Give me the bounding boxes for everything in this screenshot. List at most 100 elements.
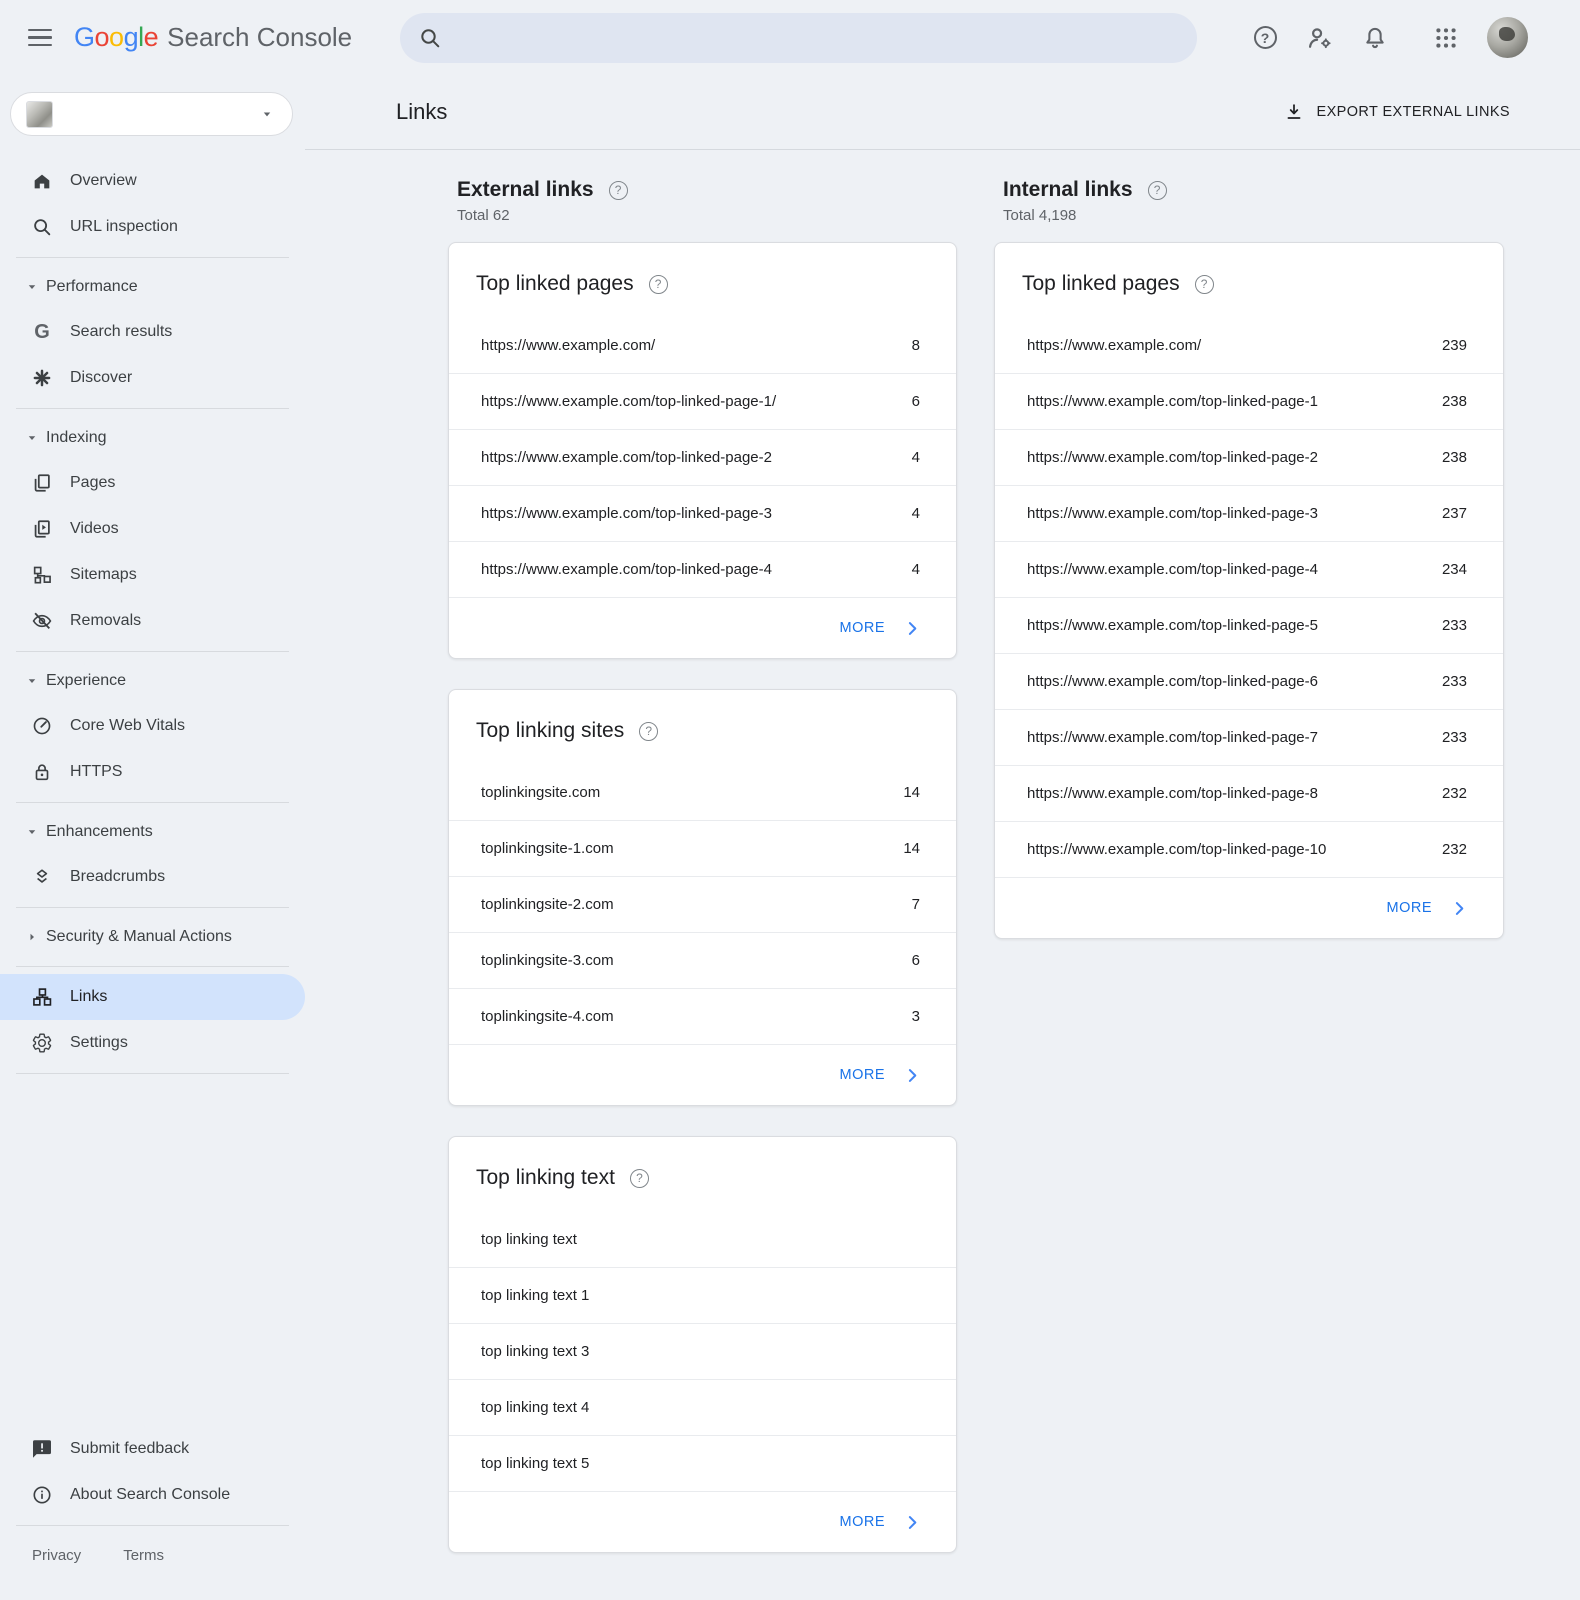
more-button[interactable]: MORE xyxy=(449,1044,956,1105)
table-row[interactable]: https://www.example.com/top-linked-page-… xyxy=(995,541,1503,597)
privacy-link[interactable]: Privacy xyxy=(32,1547,81,1564)
sidebar-item-pages[interactable]: Pages xyxy=(0,460,305,506)
sidebar-item-removals[interactable]: Removals xyxy=(0,598,305,644)
links-tree-icon xyxy=(30,985,54,1009)
sidebar-section-performance[interactable]: Performance xyxy=(0,265,305,309)
row-value: 14 xyxy=(903,784,920,801)
sidebar-item-https[interactable]: HTTPS xyxy=(0,749,305,795)
app-header: Google Search Console xyxy=(0,0,1580,75)
menu-icon[interactable] xyxy=(0,24,60,52)
more-button[interactable]: MORE xyxy=(449,1491,956,1552)
help-icon[interactable] xyxy=(630,1169,649,1188)
apps-grid-button[interactable] xyxy=(1432,24,1460,52)
feedback-icon xyxy=(30,1437,54,1461)
more-button[interactable]: MORE xyxy=(449,597,956,658)
sidebar-item-label: Search results xyxy=(70,323,172,341)
help-button[interactable] xyxy=(1251,24,1279,52)
sidebar-item-sitemaps[interactable]: Sitemaps xyxy=(0,552,305,598)
table-row[interactable]: https://www.example.com/top-linked-page-… xyxy=(995,485,1503,541)
table-row[interactable]: top linking text xyxy=(449,1211,956,1267)
row-label: https://www.example.com/ xyxy=(1027,337,1426,354)
table-row[interactable]: top linking text 1 xyxy=(449,1267,956,1323)
sidebar-item-label: Discover xyxy=(70,369,132,387)
table-row[interactable]: toplinkingsite-3.com 6 xyxy=(449,932,956,988)
app-logo[interactable]: Google Search Console xyxy=(74,22,352,53)
card-title: Top linked pages xyxy=(1022,272,1180,296)
table-row[interactable]: https://www.example.com/top-linked-page-… xyxy=(995,765,1503,821)
logo-letter: o xyxy=(109,22,124,52)
table-row[interactable]: https://www.example.com/top-linked-page-… xyxy=(449,485,956,541)
sidebar-item-submit-feedback[interactable]: Submit feedback xyxy=(0,1426,305,1472)
table-row[interactable]: top linking text 3 xyxy=(449,1323,956,1379)
sidebar-section-indexing[interactable]: Indexing xyxy=(0,416,305,460)
sidebar-section-enhancements[interactable]: Enhancements xyxy=(0,810,305,854)
table-row[interactable]: https://www.example.com/top-linked-page-… xyxy=(995,597,1503,653)
sidebar-item-breadcrumbs[interactable]: Breadcrumbs xyxy=(0,854,305,900)
row-label: top linking text 4 xyxy=(481,1399,904,1416)
row-value: 238 xyxy=(1442,449,1467,466)
sidebar-item-links[interactable]: Links xyxy=(0,974,305,1020)
row-label: toplinkingsite-4.com xyxy=(481,1008,896,1025)
sidebar-item-url-inspection[interactable]: URL inspection xyxy=(0,204,305,250)
property-selector[interactable] xyxy=(10,92,293,136)
search-input[interactable] xyxy=(454,29,1189,47)
table-row[interactable]: https://www.example.com/top-linked-page-… xyxy=(995,709,1503,765)
table-row[interactable]: toplinkingsite.com 14 xyxy=(449,764,956,820)
table-row[interactable]: toplinkingsite-4.com 3 xyxy=(449,988,956,1044)
help-icon[interactable] xyxy=(649,275,668,294)
divider xyxy=(16,257,289,258)
sidebar: Overview URL inspection Performance Sear… xyxy=(0,75,305,1600)
chevron-down-icon xyxy=(25,826,39,838)
help-icon[interactable] xyxy=(639,722,658,741)
avatar[interactable] xyxy=(1487,17,1528,58)
sidebar-item-label: URL inspection xyxy=(70,218,178,236)
header-actions xyxy=(1251,17,1580,58)
sidebar-section-security[interactable]: Security & Manual Actions xyxy=(0,915,305,959)
more-label: MORE xyxy=(840,620,886,636)
card-rows: top linking text top linking text 1 top … xyxy=(449,1211,956,1491)
sidebar-item-core-web-vitals[interactable]: Core Web Vitals xyxy=(0,703,305,749)
table-row[interactable]: https://www.example.com/top-linked-page-… xyxy=(449,429,956,485)
row-label: toplinkingsite.com xyxy=(481,784,887,801)
sidebar-section-experience[interactable]: Experience xyxy=(0,659,305,703)
sidebar-item-discover[interactable]: Discover xyxy=(0,355,305,401)
divider xyxy=(16,907,289,908)
sidebar-item-about[interactable]: About Search Console xyxy=(0,1472,305,1518)
sidebar-item-overview[interactable]: Overview xyxy=(0,158,305,204)
table-row[interactable]: top linking text 5 xyxy=(449,1435,956,1491)
row-label: https://www.example.com/top-linked-page-… xyxy=(1027,505,1426,522)
table-row[interactable]: toplinkingsite-2.com 7 xyxy=(449,876,956,932)
export-external-links-button[interactable]: EXPORT EXTERNAL LINKS xyxy=(1284,102,1510,122)
sidebar-item-search-results[interactable]: Search results xyxy=(0,309,305,355)
notifications-button[interactable] xyxy=(1361,24,1389,52)
internal-links-title: Internal links xyxy=(1003,178,1133,202)
table-row[interactable]: toplinkingsite-1.com 14 xyxy=(449,820,956,876)
table-row[interactable]: https://www.example.com/top-linked-page-… xyxy=(995,429,1503,485)
page-title: Links xyxy=(396,99,447,125)
help-icon[interactable] xyxy=(1195,275,1214,294)
table-row[interactable]: https://www.example.com/top-linked-page-… xyxy=(995,373,1503,429)
logo-letter: G xyxy=(74,22,95,52)
table-row[interactable]: https://www.example.com/top-linked-page-… xyxy=(995,821,1503,877)
chevron-down-icon xyxy=(25,675,39,687)
more-button[interactable]: MORE xyxy=(995,877,1503,938)
apps-grid-icon xyxy=(1433,25,1459,51)
table-row[interactable]: https://www.example.com/top-linked-page-… xyxy=(449,373,956,429)
terms-link[interactable]: Terms xyxy=(123,1547,164,1564)
more-label: MORE xyxy=(840,1514,886,1530)
help-icon[interactable] xyxy=(609,181,628,200)
table-row[interactable]: top linking text 4 xyxy=(449,1379,956,1435)
row-label: https://www.example.com/top-linked-page-… xyxy=(1027,393,1426,410)
sidebar-item-label: Settings xyxy=(70,1034,128,1052)
sidebar-spacer xyxy=(0,1081,305,1426)
table-row[interactable]: https://www.example.com/top-linked-page-… xyxy=(449,541,956,597)
sidebar-item-videos[interactable]: Videos xyxy=(0,506,305,552)
table-row[interactable]: https://www.example.com/ 239 xyxy=(995,317,1503,373)
table-row[interactable]: https://www.example.com/top-linked-page-… xyxy=(995,653,1503,709)
help-icon[interactable] xyxy=(1148,181,1167,200)
search-bar[interactable] xyxy=(400,13,1197,63)
user-settings-button[interactable] xyxy=(1306,24,1334,52)
card-top-linking-sites: Top linking sites toplinkingsite.com 14 … xyxy=(448,689,957,1106)
table-row[interactable]: https://www.example.com/ 8 xyxy=(449,317,956,373)
sidebar-item-settings[interactable]: Settings xyxy=(0,1020,305,1066)
